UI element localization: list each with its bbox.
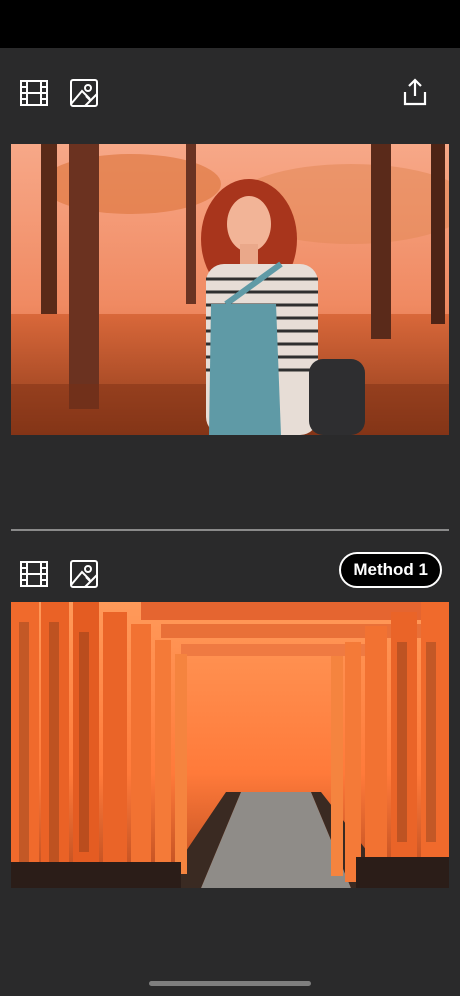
top-toolbar [0,68,460,118]
method-button[interactable]: Method 1 [339,552,442,588]
section-divider [11,529,449,531]
bottom-photo [11,602,449,888]
film-icon[interactable] [16,556,52,592]
film-icon[interactable] [16,75,52,111]
home-indicator[interactable] [149,981,311,986]
image-icon[interactable] [66,556,102,592]
image-icon[interactable] [66,75,102,111]
bottom-toolbar: Method 1 [0,549,460,599]
share-icon[interactable] [397,74,433,110]
top-photo [11,144,449,435]
status-bar [0,0,460,48]
